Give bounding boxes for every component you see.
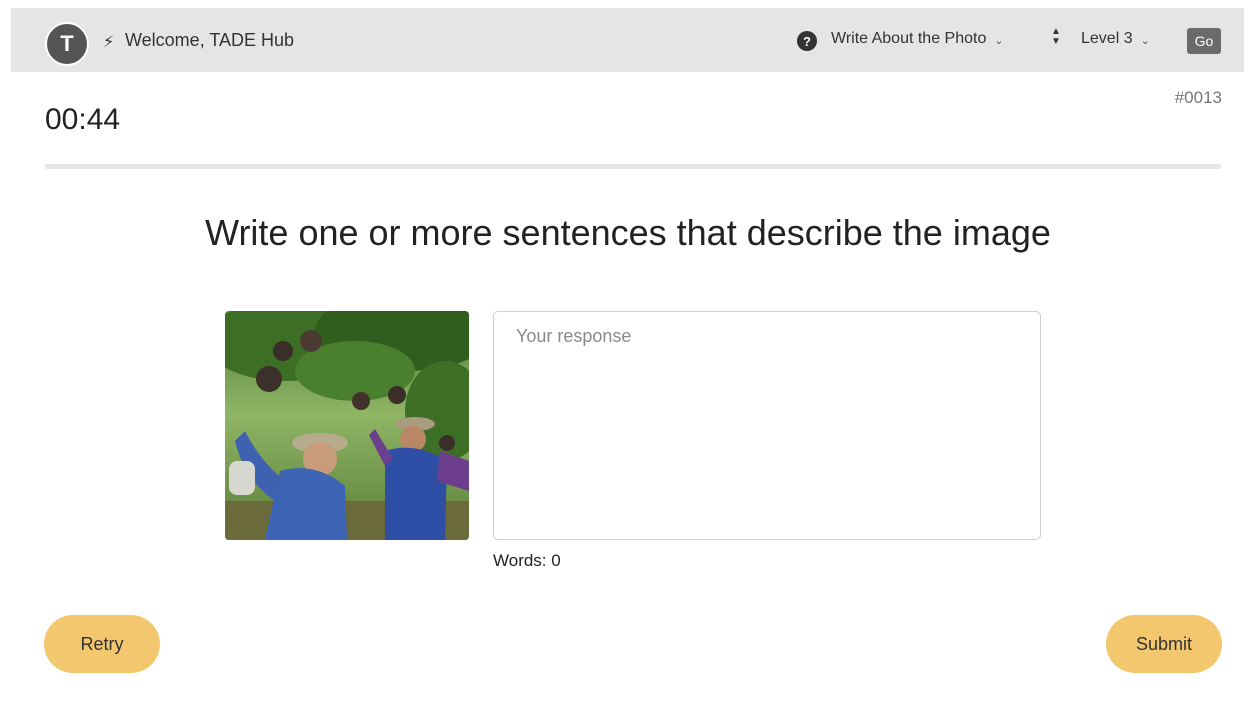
page: T ⚡ Welcome, TADE Hub ? Write About the … — [0, 0, 1256, 701]
bolt-icon: ⚡ — [103, 34, 115, 51]
chevron-down-icon: ⌄ — [1140, 34, 1150, 47]
top-bar: T ⚡ Welcome, TADE Hub ? Write About the … — [11, 8, 1244, 72]
prompt-photo — [225, 311, 469, 540]
avatar[interactable]: T — [45, 22, 89, 66]
level-label: Level 3 — [1081, 30, 1133, 47]
question-circle-icon[interactable]: ? — [797, 31, 817, 51]
task-type-dropdown[interactable]: Write About the Photo ⌄ — [831, 30, 1004, 48]
progress-divider — [45, 164, 1221, 169]
task-type-label: Write About the Photo — [831, 30, 987, 47]
submit-button[interactable]: Submit — [1106, 615, 1222, 673]
question-id: #0013 — [1174, 88, 1222, 107]
go-button[interactable]: Go — [1187, 28, 1221, 54]
question-prompt: Write one or more sentences that describ… — [205, 212, 1051, 253]
welcome-text: Welcome, TADE Hub — [125, 30, 295, 50]
response-textarea[interactable] — [493, 311, 1041, 540]
retry-button[interactable]: Retry — [44, 615, 160, 673]
avatar-initial: T — [60, 31, 74, 56]
word-count: Words: 0 — [493, 551, 561, 570]
level-dropdown[interactable]: Level 3 ⌄ — [1081, 30, 1150, 48]
up-down-icon: ▲ ▼ — [1051, 26, 1061, 47]
countdown-timer: 00:44 — [45, 103, 121, 136]
chevron-down-icon: ⌄ — [994, 34, 1004, 47]
